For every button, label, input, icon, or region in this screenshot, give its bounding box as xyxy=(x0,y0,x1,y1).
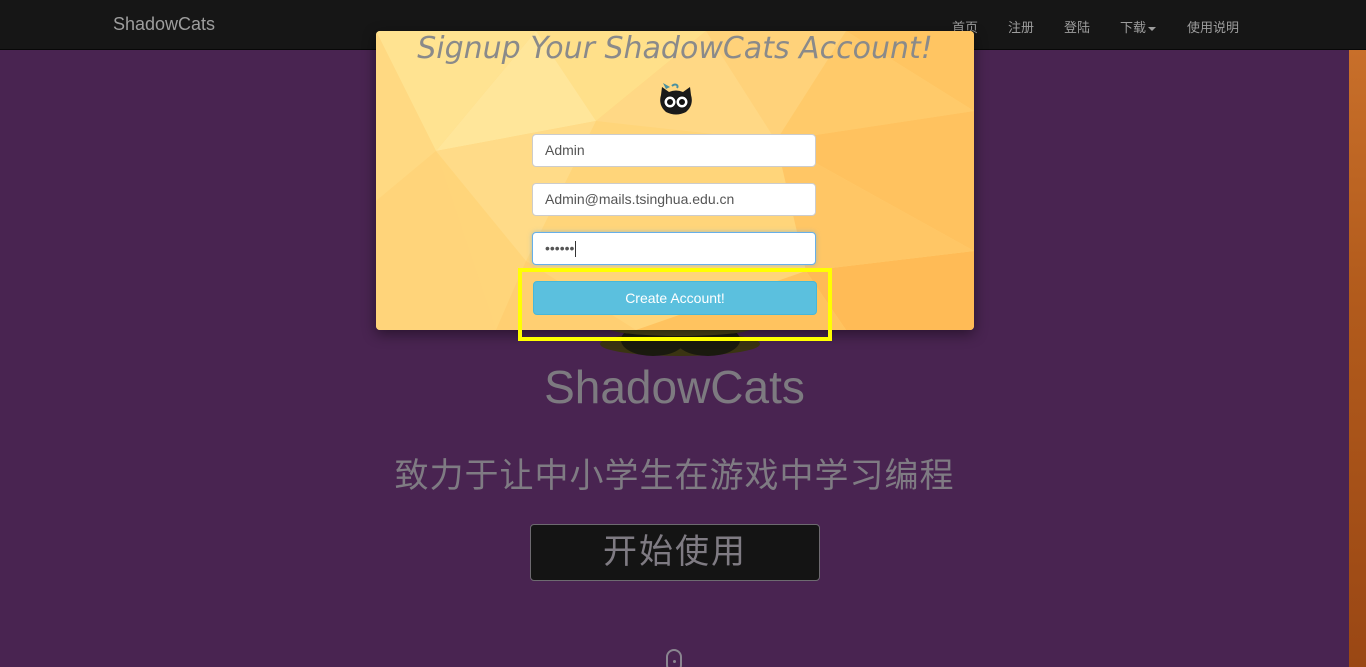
nav-item-login[interactable]: 登陆 xyxy=(1064,17,1090,36)
nav-item-download[interactable]: 下载 xyxy=(1120,17,1157,36)
nav-item-help[interactable]: 使用说明 xyxy=(1187,17,1239,36)
hero-subtitle: 致力于让中小学生在游戏中学习编程 xyxy=(394,456,955,496)
start-button[interactable]: 开始使用 xyxy=(530,524,820,581)
email-field[interactable]: Admin@mails.tsinghua.edu.cn xyxy=(532,183,816,216)
text-cursor xyxy=(575,241,577,258)
side-decoration-strip xyxy=(1349,50,1366,667)
password-value: •••••• xyxy=(545,240,575,256)
mouse-scroll-icon[interactable] xyxy=(666,649,682,667)
username-field[interactable]: Admin xyxy=(532,134,816,167)
navbar-brand[interactable]: ShadowCats xyxy=(113,14,215,35)
hero-title: ShadowCats xyxy=(544,361,805,413)
highlight-box xyxy=(518,268,832,341)
modal-title: Signup Your ShadowCats Account! xyxy=(417,31,933,66)
nav-item-register[interactable]: 注册 xyxy=(1008,17,1034,36)
caret-down-icon xyxy=(1148,26,1157,31)
cat-face-icon xyxy=(660,83,692,115)
nav-item-download-label: 下载 xyxy=(1120,21,1147,36)
password-field[interactable]: •••••• xyxy=(532,232,816,265)
